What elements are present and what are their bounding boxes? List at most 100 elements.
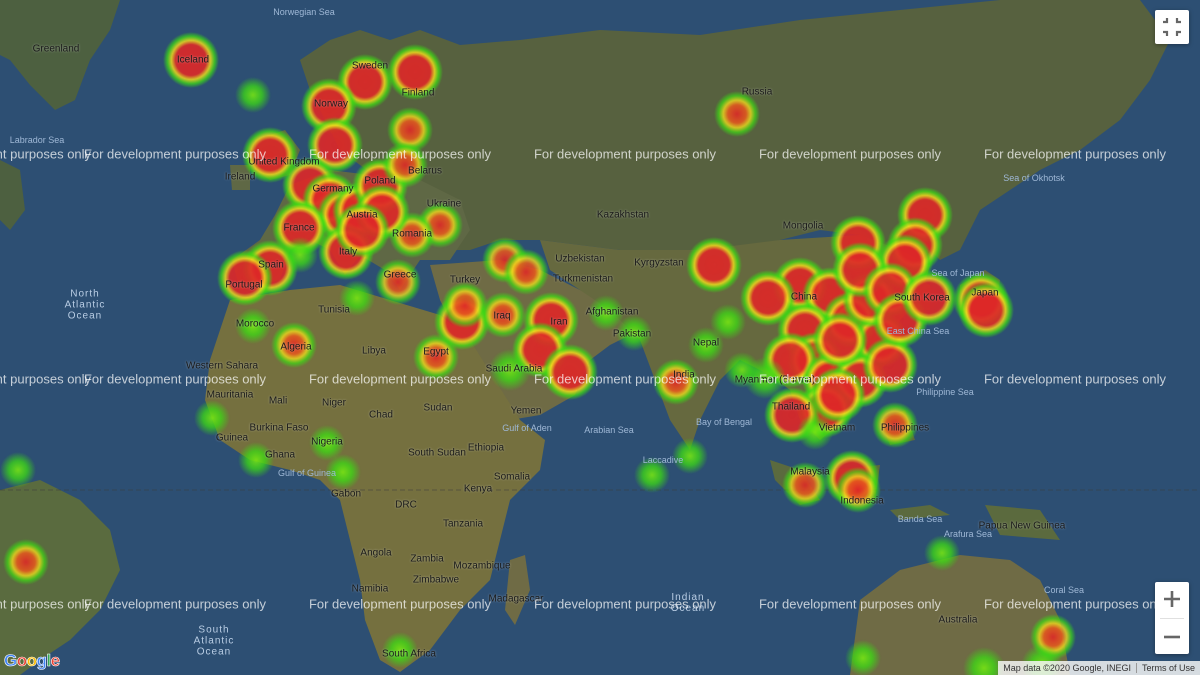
map-label: Mozambique (453, 560, 511, 572)
map-label: North Atlantic Ocean (64, 288, 106, 322)
map-label: Arafura Sea (943, 529, 993, 539)
map-label: Mongolia (782, 220, 824, 232)
dev-watermark: For development purposes only (758, 146, 942, 162)
map-label: Mali (268, 395, 288, 407)
dev-watermark: For development purposes only (0, 146, 92, 162)
dev-watermark: For development purposes only (308, 371, 492, 387)
map-label: Ghana (264, 449, 296, 461)
map-label: Austria (346, 209, 378, 221)
map-label: Ethiopia (467, 442, 505, 454)
map-label: Russia (741, 86, 773, 98)
map-label: Gulf of Guinea (277, 468, 337, 478)
map-label: Gabon (330, 488, 362, 500)
map-label: Belarus (408, 165, 442, 177)
map-label: Mauritania (206, 389, 254, 401)
map-label: Kenya (463, 483, 493, 495)
logo-letter: o (16, 651, 27, 671)
map-label: Sea of Japan (931, 268, 985, 278)
map-label: France (283, 222, 315, 234)
map-label: DRC (395, 499, 417, 511)
map-label: Namibia (351, 583, 389, 595)
map-label: Turkmenistan (552, 273, 614, 285)
map-label: Tunisia (318, 304, 350, 316)
map-label: Arabian Sea (584, 425, 634, 435)
dev-watermark: For development purposes only (308, 596, 492, 612)
map-label: South Sudan (408, 447, 466, 459)
exit-fullscreen-button[interactable] (1155, 10, 1189, 44)
map-label: Iraq (493, 310, 511, 322)
map-label: Poland (364, 175, 396, 187)
dev-watermark: For development purposes only (308, 146, 492, 162)
dev-watermark: For development purposes only (533, 596, 717, 612)
map-label: East China Sea (886, 326, 950, 336)
dev-watermark: For development purposes only (983, 371, 1167, 387)
dev-watermark: For development purposes only (533, 371, 717, 387)
dev-watermark: For development purposes only (983, 146, 1167, 162)
map-label: Uzbekistan (555, 253, 605, 265)
dev-watermark: For development purposes only (758, 371, 942, 387)
map-data-attribution: Map data ©2020 Google, INEGI (1003, 663, 1131, 673)
minus-icon (1164, 635, 1180, 639)
map-label: Iceland (176, 54, 210, 66)
map-label: Libya (362, 345, 386, 357)
map-label: Turkey (449, 274, 481, 286)
terms-of-use-link[interactable]: Terms of Use (1137, 663, 1200, 673)
map-canvas[interactable]: Greenland Norwegian Sea Iceland Sweden Finla… (0, 0, 1200, 675)
map-label: Yemen (510, 405, 542, 417)
map-label: Kazakhstan (596, 209, 650, 221)
map-label: Thailand (771, 401, 811, 413)
exit-fullscreen-icon (1163, 18, 1181, 36)
map-label: Chad (369, 409, 393, 421)
map-label: Laccadive (642, 455, 684, 465)
google-logo[interactable]: Google (4, 651, 61, 671)
dev-watermark: For development purposes only (0, 596, 92, 612)
logo-letter: g (36, 651, 47, 671)
zoom-control (1155, 582, 1189, 654)
map-label: Romania (391, 228, 433, 240)
map-label: Ukraine (426, 198, 462, 210)
zoom-divider (1160, 618, 1184, 619)
map-label: Germany (312, 183, 354, 195)
map-label: Niger (322, 397, 346, 409)
dev-watermark: For development purposes only (83, 371, 267, 387)
logo-letter: G (4, 651, 18, 671)
map-label: Coral Sea (1043, 585, 1085, 595)
zoom-out-button[interactable] (1155, 620, 1189, 654)
map-label: Kyrgyzstan (634, 257, 684, 269)
plus-icon (1164, 591, 1180, 607)
map-label: Afghanistan (585, 306, 639, 318)
map-label: Italy (338, 246, 358, 258)
map-label: Iran (550, 316, 568, 328)
map-label: Philippines (880, 422, 930, 434)
map-label: Norwegian Sea (273, 7, 335, 17)
dev-watermark: For development purposes only (758, 596, 942, 612)
dev-watermark: For development purposes only (83, 596, 267, 612)
map-label: Malaysia (790, 466, 830, 478)
map-label: Pakistan (612, 328, 652, 340)
dev-watermark: For development purposes only (533, 146, 717, 162)
dev-watermark: For development purposes only (983, 596, 1167, 612)
map-label: Morocco (235, 318, 275, 330)
dev-watermark: For development purposes only (83, 146, 267, 162)
map-label: Sweden (351, 60, 389, 72)
map-label: South Atlantic Ocean (193, 624, 235, 658)
map-label: Sudan (423, 402, 453, 414)
map-label: Portugal (225, 279, 263, 291)
map-label: Gulf of Aden (502, 423, 552, 433)
map-label: Philippine Sea (916, 387, 974, 397)
map-label: Tanzania (442, 518, 484, 530)
map-label: Indonesia (840, 495, 884, 507)
map-label: Ireland (224, 171, 256, 183)
dev-watermark: For development purposes only (0, 371, 92, 387)
map-label: Algeria (280, 341, 312, 353)
map-label: Nigeria (311, 436, 343, 448)
map-label: Bay of Bengal (695, 417, 753, 427)
map-label: Spain (258, 259, 284, 271)
zoom-in-button[interactable] (1155, 582, 1189, 616)
map-label: Japan (971, 287, 999, 299)
map-label: Zambia (410, 553, 444, 565)
map-label: Angola (360, 547, 392, 559)
heatmap-layer (0, 0, 1200, 675)
map-label: China (790, 291, 818, 303)
map-label: Burkina Faso (249, 422, 309, 434)
